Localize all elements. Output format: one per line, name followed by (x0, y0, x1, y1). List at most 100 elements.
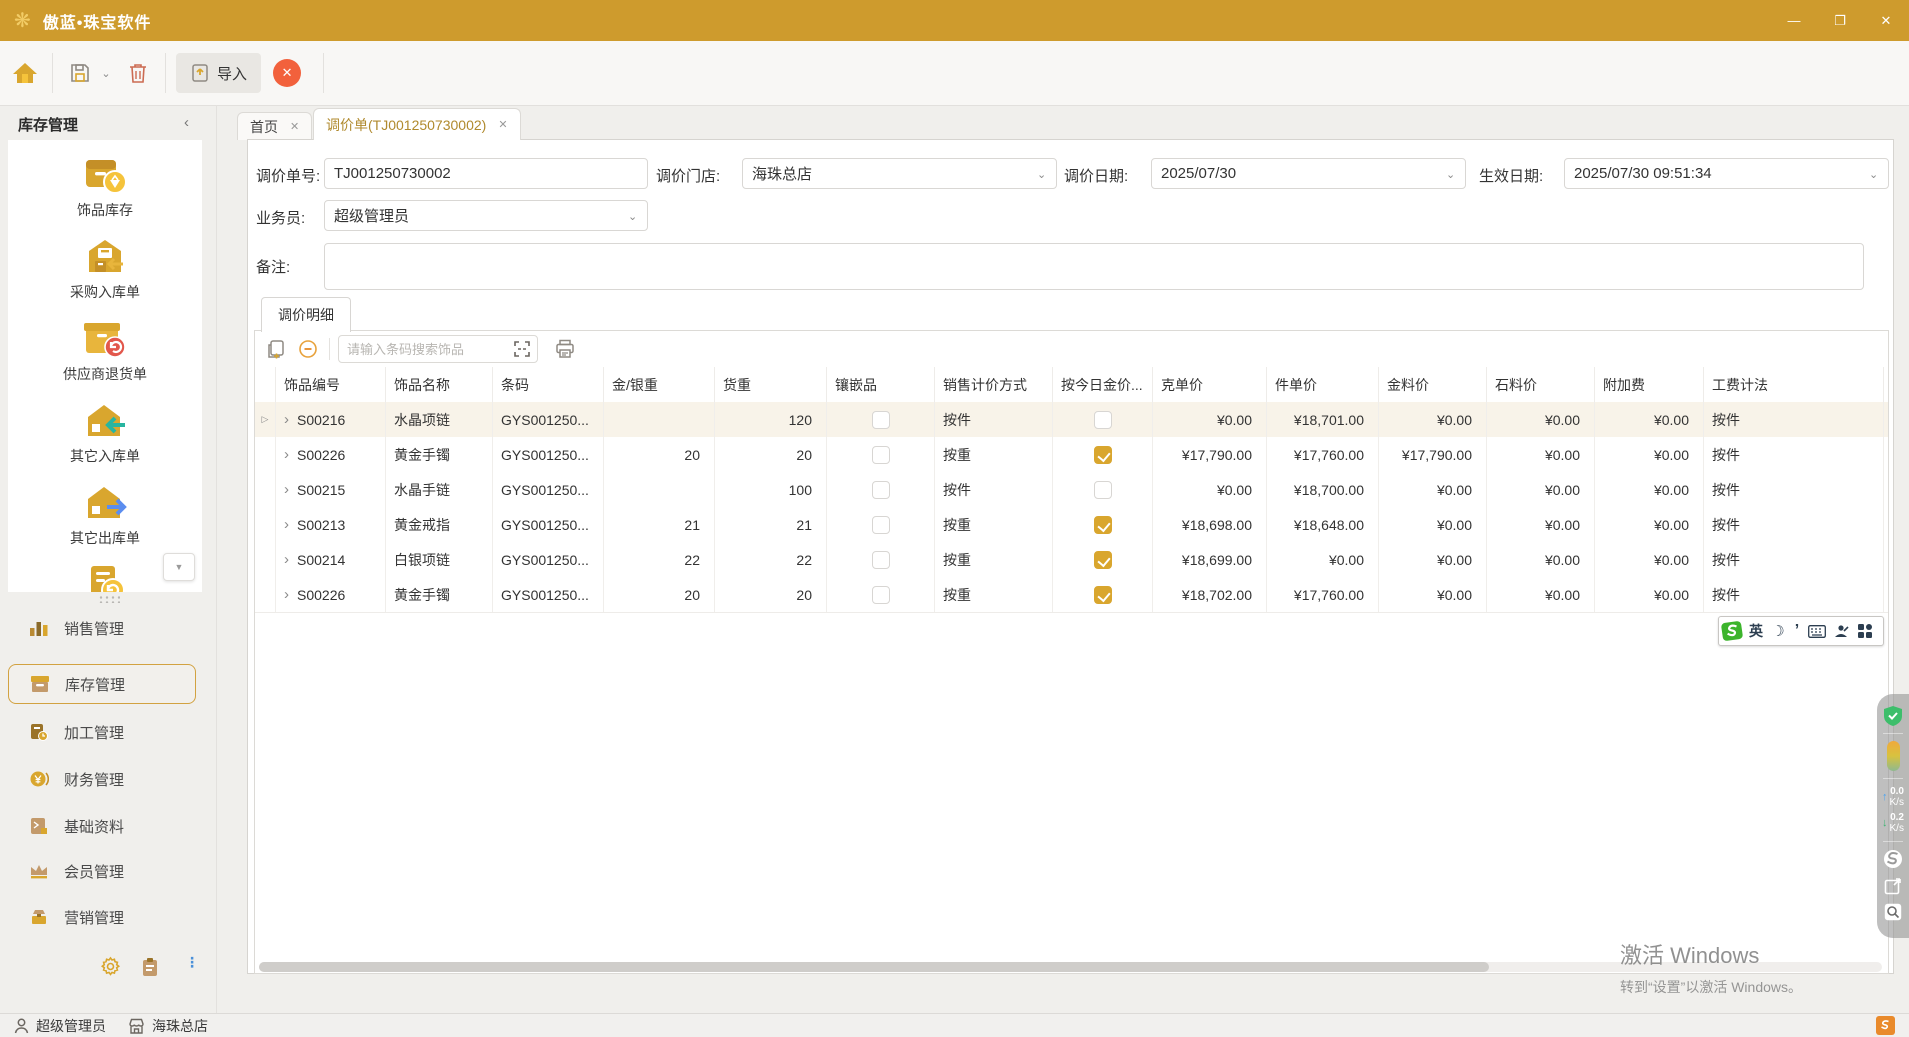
save-button[interactable] (63, 53, 97, 93)
sidebar-item-basic-data[interactable]: 基础资料 (8, 808, 194, 844)
cell-按今日金价...[interactable] (1053, 542, 1153, 577)
tab-price-adjustment[interactable]: 调价单(TJ001250730002) ✕ (313, 108, 521, 140)
cell-饰品名称: 水晶手链 (386, 472, 493, 507)
scrollbar-thumb[interactable] (259, 962, 1489, 972)
order-no-input[interactable] (324, 158, 648, 189)
minimize-button[interactable]: — (1771, 0, 1817, 41)
inlay-checkbox[interactable] (872, 551, 890, 569)
ime-toolbox-icon[interactable] (1853, 619, 1877, 643)
screenshot-icon[interactable] (1884, 877, 1902, 895)
delete-button[interactable] (121, 53, 155, 93)
sidebar-item-sales-mgmt[interactable]: 销售管理 (8, 610, 194, 646)
expand-row-icon[interactable]: › (284, 481, 289, 498)
cell-按今日金价...[interactable] (1053, 437, 1153, 472)
expand-row-icon[interactable]: › (284, 516, 289, 533)
effective-date-select[interactable] (1564, 158, 1889, 189)
inlay-checkbox[interactable] (872, 446, 890, 464)
cell-件单价: ¥18,701.00 (1267, 402, 1379, 437)
sidebar-item-marketing-mgmt[interactable]: 营销管理 (8, 899, 194, 935)
add-row-button[interactable] (263, 336, 289, 362)
table-row[interactable]: ▷›S00216水晶项链GYS001250...120按件¥0.00¥18,70… (255, 402, 1889, 438)
inlay-checkbox[interactable] (872, 481, 890, 499)
clipboard-button[interactable] (141, 957, 159, 980)
cell-按今日金价...[interactable] (1053, 507, 1153, 542)
inlay-checkbox[interactable] (872, 516, 890, 534)
sidebar-item-purchase-inbound[interactable]: 采购入库单 (8, 234, 202, 314)
home-button[interactable] (8, 53, 42, 93)
remove-row-button[interactable] (295, 336, 321, 362)
sidebar-item-member-mgmt[interactable]: 会员管理 (8, 853, 194, 889)
today-gold-price-checkbox[interactable] (1094, 586, 1112, 604)
sogou-logo-icon[interactable] (1719, 619, 1745, 643)
cell-镶嵌品[interactable] (827, 402, 935, 437)
ime-handwriting-icon[interactable] (1829, 619, 1853, 643)
inlay-checkbox[interactable] (872, 586, 890, 604)
table-row[interactable]: ›S00213黄金戒指GYS001250...2121按重¥18,698.00¥… (255, 507, 1889, 543)
horizontal-scrollbar[interactable] (259, 962, 1882, 972)
cell-镶嵌品[interactable] (827, 437, 935, 472)
sidebar-item-supplier-return[interactable]: 供应商退货单 (8, 316, 202, 396)
import-button[interactable]: 导入 (176, 53, 261, 93)
save-dropdown-chevron-icon[interactable]: ⌄ (97, 67, 115, 80)
ime-language-toggle[interactable]: 英 (1745, 619, 1767, 643)
store-select[interactable] (742, 158, 1057, 189)
sidebar-item-other-inbound[interactable]: 其它入库单 (8, 398, 202, 478)
close-window-button[interactable]: ✕ (1863, 0, 1909, 41)
table-row[interactable]: ›S00215水晶手链GYS001250...100按件¥0.00¥18,700… (255, 472, 1889, 508)
cell-镶嵌品[interactable] (827, 577, 935, 612)
maximize-button[interactable]: ❐ (1817, 0, 1863, 41)
table-row[interactable]: ›S00226黄金手镯GYS001250...2020按重¥18,702.00¥… (255, 577, 1889, 613)
cell-按今日金价...[interactable] (1053, 472, 1153, 507)
cell-clipped (1884, 402, 1889, 437)
ime-moon-icon[interactable]: ☽ (1767, 619, 1789, 643)
sidebar-drag-handle[interactable] (98, 595, 120, 603)
sidebar-collapse-button[interactable]: ‹ (184, 114, 189, 131)
sidebar-item-inventory-mgmt[interactable]: 库存管理 (8, 664, 196, 704)
remark-textarea[interactable] (324, 243, 1864, 290)
ime-keyboard-icon[interactable] (1805, 619, 1829, 643)
today-gold-price-checkbox[interactable] (1094, 446, 1112, 464)
expand-row-icon[interactable]: › (284, 586, 289, 603)
tab-close-icon[interactable]: ✕ (498, 118, 507, 131)
expand-row-icon[interactable]: › (284, 411, 289, 428)
tab-close-icon[interactable]: ✕ (290, 120, 299, 133)
sidebar-item-finance-mgmt[interactable]: 财务管理 (8, 761, 194, 797)
today-gold-price-checkbox[interactable] (1094, 516, 1112, 534)
today-gold-price-checkbox[interactable] (1094, 481, 1112, 499)
more-options-button[interactable]: ⋮ (185, 958, 199, 966)
tab-home[interactable]: 首页 ✕ (237, 112, 312, 140)
barcode-search-input[interactable] (339, 342, 505, 357)
save-icon (69, 62, 91, 84)
ime-punctuation-icon[interactable]: ’ (1789, 619, 1805, 643)
browser-logo-icon[interactable] (1883, 849, 1903, 869)
cell-value: 按件 (1712, 445, 1740, 465)
table-row[interactable]: ›S00226黄金手镯GYS001250...2020按重¥17,790.00¥… (255, 437, 1889, 473)
performance-gauge-icon[interactable] (1887, 741, 1900, 771)
table-row[interactable]: ›S00214白银项链GYS001250...2222按重¥18,699.00¥… (255, 542, 1889, 578)
cell-按今日金价...[interactable] (1053, 402, 1153, 437)
sidebar-item-processing-mgmt[interactable]: 加工管理 (8, 714, 194, 750)
search-tool-icon[interactable] (1884, 903, 1902, 921)
cell-按今日金价...[interactable] (1053, 577, 1153, 612)
cell-镶嵌品[interactable] (827, 507, 935, 542)
inlay-checkbox[interactable] (872, 411, 890, 429)
adjust-date-select[interactable] (1151, 158, 1466, 189)
sidebar-item-other-outbound[interactable]: 其它出库单 (8, 480, 202, 560)
today-gold-price-checkbox[interactable] (1094, 411, 1112, 429)
expand-row-icon[interactable]: › (284, 551, 289, 568)
security-shield-icon[interactable] (1884, 706, 1902, 726)
tab-detail[interactable]: 调价明细 (261, 297, 351, 332)
settings-gear-button[interactable] (100, 956, 121, 980)
expand-row-icon[interactable]: › (284, 446, 289, 463)
cell-镶嵌品[interactable] (827, 472, 935, 507)
salesman-select[interactable] (324, 200, 648, 231)
barcode-scan-icon[interactable] (513, 340, 531, 361)
cell-货重: 21 (715, 507, 827, 542)
close-document-button[interactable]: ✕ (273, 59, 301, 87)
shortcut-more-button[interactable]: ▼ (163, 553, 195, 581)
cell-镶嵌品[interactable] (827, 542, 935, 577)
print-button[interactable] (552, 336, 578, 362)
today-gold-price-checkbox[interactable] (1094, 551, 1112, 569)
sidebar-item-jewelry-stock[interactable]: 饰品库存 (8, 152, 202, 232)
tray-ime-icon[interactable] (1876, 1016, 1895, 1035)
